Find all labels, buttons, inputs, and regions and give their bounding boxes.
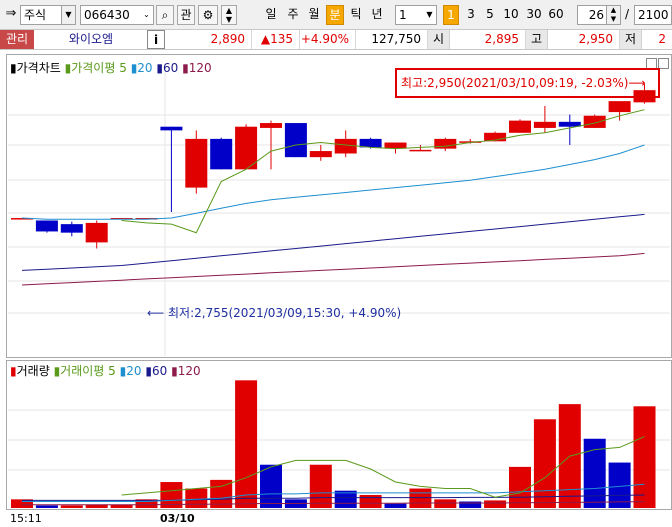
volume-bar bbox=[309, 464, 332, 508]
candle-body bbox=[509, 120, 531, 133]
candle-body bbox=[185, 138, 208, 188]
volume-bar bbox=[533, 419, 556, 508]
volume-bar bbox=[459, 501, 482, 508]
legend-marker: ▮ bbox=[182, 61, 189, 75]
candle-body bbox=[85, 222, 108, 243]
candle-body bbox=[608, 101, 631, 113]
volume-ma-label: 거래이평 bbox=[60, 364, 105, 378]
volume-bar bbox=[633, 406, 656, 508]
volume-bar bbox=[35, 505, 58, 508]
candle-body bbox=[583, 115, 606, 128]
low-annotation: ⟵ 최저:2,755(2021/03/09,15:30, +4.90%) bbox=[147, 306, 402, 320]
volume-legend-title: 거래량 bbox=[16, 364, 50, 378]
candle-body bbox=[359, 138, 382, 148]
volume-bar bbox=[185, 488, 208, 508]
volume-bar bbox=[260, 464, 282, 508]
candle-body bbox=[260, 123, 282, 128]
legend-marker: ▮ bbox=[171, 364, 178, 378]
price-ma-20: 20 bbox=[137, 61, 153, 75]
price-ma-60: 60 bbox=[163, 61, 179, 75]
price-legend-title: 가격차트 bbox=[16, 61, 61, 75]
candle-body bbox=[160, 126, 183, 131]
volume-bar bbox=[509, 466, 531, 508]
candle-body bbox=[60, 224, 83, 233]
candle-body bbox=[210, 138, 233, 170]
x-label-date: 03/10 bbox=[160, 512, 195, 525]
candle-body bbox=[409, 149, 432, 152]
volume-ma-60: 60 bbox=[151, 364, 168, 378]
price-ma-120: 120 bbox=[188, 61, 212, 75]
price-ma-label: 가격이평 bbox=[71, 61, 116, 75]
candle-body bbox=[309, 151, 332, 158]
candle-body bbox=[434, 138, 457, 149]
legend-marker: ▮ bbox=[145, 364, 152, 378]
volume-ma-20: 20 bbox=[126, 364, 142, 378]
price-ma20-line bbox=[21, 144, 645, 220]
price-legend: ▮가격차트 ▮가격이평 5 ▮20 ▮60 ▮120 bbox=[10, 59, 212, 76]
volume-bar bbox=[359, 495, 382, 508]
price-ma60-line bbox=[21, 213, 645, 271]
volume-ma-5: 5 bbox=[108, 364, 116, 378]
volume-bar bbox=[60, 505, 83, 508]
candle-body bbox=[35, 220, 58, 232]
candle-body bbox=[235, 126, 258, 170]
x-label-time: 15:11 bbox=[10, 512, 42, 525]
volume-legend: ▮거래량 ▮거래이평 5 ▮20 ▮60 ▮120 bbox=[10, 362, 201, 379]
candle-body bbox=[533, 121, 556, 128]
price-ma-5: 5 bbox=[119, 61, 127, 75]
volume-bar bbox=[434, 499, 457, 508]
legend-marker: ▮ bbox=[10, 61, 17, 75]
volume-bar bbox=[409, 488, 432, 508]
high-annotation: 최고:2,950(2021/03/10,09:19, -2.03%)⟶ bbox=[395, 68, 660, 98]
legend-marker: ▮ bbox=[10, 364, 17, 378]
volume-ma-120: 120 bbox=[177, 364, 201, 378]
volume-bar bbox=[484, 500, 507, 508]
volume-bar bbox=[384, 503, 407, 508]
candle-body bbox=[384, 142, 407, 149]
candle-body bbox=[284, 123, 307, 158]
volume-bar bbox=[235, 380, 258, 508]
price-ma120-line bbox=[21, 252, 645, 286]
